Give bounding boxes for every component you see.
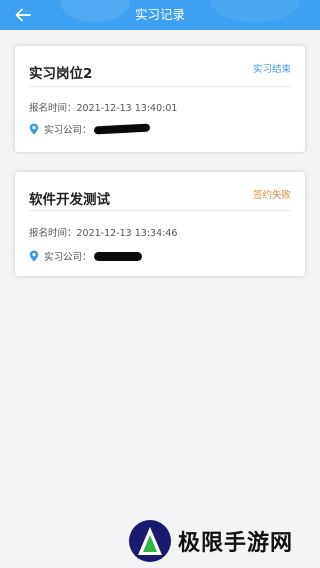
status-badge: 实习结束 [252,64,291,75]
apply-time-value: 2021-12-13 13:40:01 [76,103,178,114]
page-title: 实习记录 [134,7,185,22]
watermark: 极限手游网 [128,516,293,566]
company-row: 实习公司： [29,122,150,136]
company-label: 实习公司： [44,252,92,263]
apply-time-value: 2021-12-13 13:34:46 [76,228,178,239]
location-pin-icon [29,123,39,135]
redacted-company-name [93,251,142,261]
back-button[interactable] [10,4,36,26]
company-label: 实习公司： [44,125,92,136]
record-card[interactable]: 实习岗位2 实习结束 报名时间：2021-12-13 13:40:01 实习公司… [15,46,305,152]
status-badge: 签约失败 [252,190,291,201]
apply-time-label: 报名时间： [29,103,77,114]
position-title: 软件开发测试 [29,192,110,208]
arrow-left-icon [15,8,31,22]
location-pin-icon [29,250,39,262]
company-row: 实习公司： [29,249,142,263]
redacted-company-name [93,123,150,135]
divider [29,210,291,211]
apply-time-label: 报名时间： [29,228,77,239]
record-card[interactable]: 软件开发测试 签约失败 报名时间：2021-12-13 13:34:46 实习公… [15,172,305,276]
apply-time-row: 报名时间：2021-12-13 13:40:01 [29,100,177,114]
watermark-text: 极限手游网 [178,530,294,556]
internship-records-screen: 实习记录 实习岗位2 实习结束 报名时间：2021-12-13 13:40:01… [0,0,320,568]
divider [29,86,291,87]
watermark-logo-icon [129,520,171,562]
apply-time-row: 报名时间：2021-12-13 13:34:46 [29,225,177,239]
position-title: 实习岗位2 [29,66,93,82]
top-nav-bar: 实习记录 [0,0,320,30]
